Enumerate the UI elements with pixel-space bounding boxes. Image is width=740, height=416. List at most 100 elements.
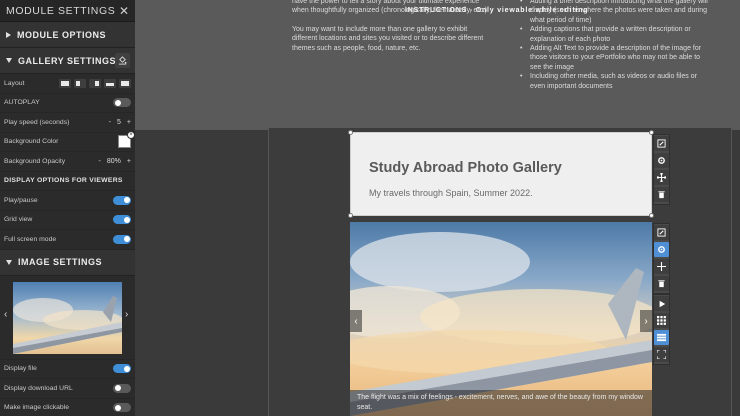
move-icon[interactable] [654, 170, 669, 185]
background-color-swatch[interactable]: × [118, 131, 135, 149]
display-file-toggle[interactable] [113, 364, 131, 374]
autoplay-row: AUTOPLAY [0, 94, 135, 113]
play-speed-value[interactable]: 5 [117, 119, 121, 126]
layout-label: Layout [4, 79, 25, 87]
background-color-label: Background Color [4, 138, 59, 146]
gallery-prev-button[interactable]: ‹ [350, 310, 362, 332]
caret-down-icon [6, 58, 12, 63]
opacity-increase-button[interactable]: + [127, 158, 131, 165]
edit-icon[interactable] [654, 225, 669, 240]
edit-icon[interactable] [654, 136, 669, 151]
display-options-heading: DISPLAY OPTIONS FOR VIEWERS [0, 172, 135, 191]
resize-handle[interactable] [348, 130, 353, 135]
layout-right-icon[interactable] [89, 78, 101, 88]
layout-wide-icon[interactable] [119, 78, 131, 88]
make-clickable-label: Make image clickable [4, 404, 69, 412]
thumbnail-prev-button[interactable]: ‹ [4, 309, 7, 320]
instructions-list-item: Adding a brief description introducing w… [520, 0, 710, 25]
display-download-label: Display download URL [4, 384, 73, 392]
panel-header: MODULE SETTINGS ✕ [0, 0, 135, 22]
resize-handle[interactable] [348, 213, 353, 218]
airplane-wing-thumbnail[interactable] [13, 281, 122, 354]
photo-gallery-module[interactable]: ‹ › The flight was a mix of feelings - e… [350, 222, 652, 416]
gallery-settings-label: GALLERY SETTINGS [18, 55, 117, 66]
fullscreen-label: Full screen mode [4, 235, 57, 243]
make-clickable-row: Make image clickable [0, 399, 135, 416]
move-icon[interactable] [654, 259, 669, 274]
gridview-label: Grid view [4, 216, 33, 224]
gridview-toggle[interactable] [113, 215, 131, 225]
opacity-value[interactable]: 80% [107, 158, 121, 165]
background-opacity-label: Background Opacity [4, 157, 66, 165]
playpause-toggle[interactable] [113, 195, 131, 205]
playpause-row: Play/pause [0, 191, 135, 211]
fullscreen-row: Full screen mode [0, 230, 135, 250]
instructions-right-column: Adding a brief description introducing w… [520, 0, 710, 91]
title-module-toolbar [653, 134, 670, 205]
grid-icon[interactable] [654, 313, 669, 328]
gridview-row: Grid view [0, 211, 135, 230]
gallery-view-toolbar [653, 294, 670, 365]
instructions-left-column: have the power to tell a story about you… [292, 0, 492, 62]
playpause-label: Play/pause [4, 196, 38, 204]
instructions-list-item: Including other media, such as videos or… [520, 72, 710, 91]
gallery-heading[interactable]: Study Abroad Photo Gallery [369, 160, 562, 176]
layout-full-icon[interactable] [59, 78, 71, 88]
play-speed-label: Play speed (seconds) [4, 118, 70, 126]
background-color-row: Background Color × [0, 131, 135, 152]
layout-left-icon[interactable] [74, 78, 86, 88]
trash-icon[interactable] [654, 276, 669, 291]
module-options-section[interactable]: MODULE OPTIONS [0, 22, 135, 48]
play-speed-stepper: - 5 + [109, 119, 131, 126]
display-file-label: Display file [4, 365, 37, 373]
background-opacity-row: Background Opacity - 80% + [0, 152, 135, 172]
opacity-decrease-button[interactable]: - [99, 158, 101, 165]
play-speed-row: Play speed (seconds) - 5 + [0, 113, 135, 133]
layout-options [59, 78, 131, 88]
resize-handle[interactable] [649, 213, 654, 218]
autoplay-toggle[interactable] [113, 98, 131, 108]
gallery-next-button[interactable]: › [640, 310, 652, 332]
autoplay-label: AUTOPLAY [4, 99, 40, 107]
layout-bottom-icon[interactable] [104, 78, 116, 88]
play-speed-increase-button[interactable]: + [127, 119, 131, 126]
display-download-toggle[interactable] [113, 383, 131, 393]
make-clickable-toggle[interactable] [113, 403, 131, 413]
image-settings-label: IMAGE SETTINGS [18, 257, 103, 267]
trash-icon[interactable] [654, 187, 669, 202]
play-icon[interactable] [654, 296, 669, 311]
background-opacity-stepper: - 80% + [99, 158, 131, 165]
instructions-list: Adding a brief description introducing w… [520, 0, 710, 91]
airplane-wing-photo [350, 232, 652, 416]
image-settings-section[interactable]: IMAGE SETTINGS [0, 249, 135, 276]
display-options-label: DISPLAY OPTIONS FOR VIEWERS [4, 177, 123, 185]
fullscreen-icon[interactable] [654, 347, 669, 362]
list-view-icon[interactable] [654, 330, 669, 345]
close-icon[interactable]: ✕ [119, 4, 129, 18]
fullscreen-toggle[interactable] [113, 234, 131, 244]
instructions-paragraph: You may want to include more than one ga… [292, 25, 484, 52]
caret-down-icon [6, 259, 12, 265]
clear-color-icon[interactable]: × [127, 131, 135, 140]
gear-icon[interactable] [654, 153, 669, 168]
photo-caption: The flight was a mix of feelings - excit… [350, 390, 652, 416]
paint-bucket-icon[interactable] [115, 53, 130, 68]
module-settings-panel: MODULE SETTINGS ✕ MODULE OPTIONS GALLERY… [0, 0, 135, 416]
gallery-subheading[interactable]: My travels through Spain, Summer 2022. [369, 188, 533, 198]
caret-right-icon [6, 31, 11, 38]
panel-title: MODULE SETTINGS [6, 4, 116, 17]
gallery-settings-section[interactable]: GALLERY SETTINGS [0, 48, 135, 74]
gear-icon[interactable] [654, 242, 669, 257]
instructions-list-item: Adding Alt Text to provide a description… [520, 44, 710, 72]
instructions-paragraph: have the power to tell a story about you… [292, 0, 490, 15]
display-download-row: Display download URL [0, 379, 135, 399]
layout-row: Layout [0, 74, 135, 94]
instructions-list-item: Adding captions that provide a written d… [520, 25, 710, 44]
gallery-module-toolbar [653, 223, 670, 294]
play-speed-decrease-button[interactable]: - [109, 119, 111, 126]
thumbnail-next-button[interactable]: › [125, 309, 128, 320]
module-options-label: MODULE OPTIONS [17, 29, 107, 40]
title-text-module[interactable]: Study Abroad Photo Gallery My travels th… [348, 130, 654, 218]
image-thumbnail-area: ‹ › [0, 275, 135, 360]
display-file-row: Display file [0, 360, 135, 379]
